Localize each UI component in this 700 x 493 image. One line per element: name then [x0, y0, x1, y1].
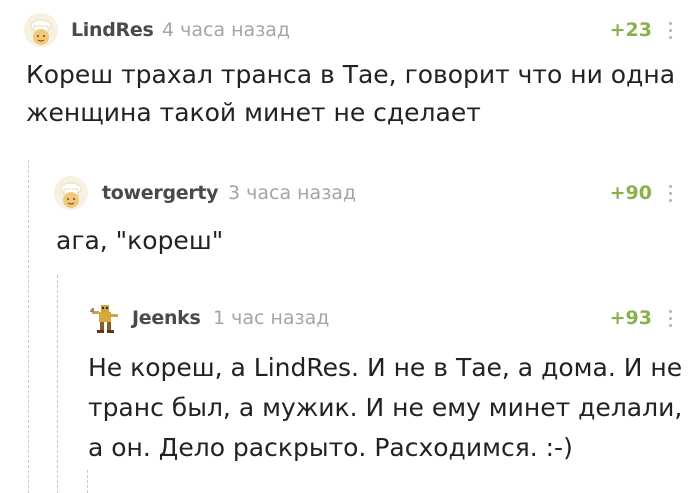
rating: +23 [609, 19, 652, 41]
rating: +90 [609, 182, 652, 204]
comment-line: женщина такой минет не сделает [26, 98, 481, 127]
comment-line: Не кореш, а LindRes. И не в Тае, а дома.… [88, 353, 683, 382]
chef-avatar-icon[interactable] [54, 176, 88, 210]
comment-header: towergerty 3 часа назад +90 [0, 175, 700, 215]
pixel-character-avatar-icon[interactable] [88, 302, 122, 336]
comment-line: а он. Дело раскрыто. Расходимся. :-) [88, 433, 573, 462]
more-icon[interactable] [669, 310, 673, 328]
comment: Jeenks 1 час назад +93 Не кореш, а LindR… [0, 285, 700, 493]
chef-avatar-icon[interactable] [24, 13, 58, 47]
comment: LindRes 4 часа назад +23 Кореш трахал тр… [0, 0, 700, 160]
comment-line: Кореш трахал транса в Тае, говорит что н… [26, 60, 676, 89]
comment-thread: LindRes 4 часа назад +23 Кореш трахал тр… [0, 0, 700, 493]
comment: towergerty 3 часа назад +90 ага, "кореш" [0, 160, 700, 275]
more-icon[interactable] [669, 185, 673, 203]
comment-header: Jeenks 1 час назад +93 [0, 302, 700, 342]
comment-time[interactable]: 1 час назад [213, 307, 329, 329]
rating: +93 [609, 307, 652, 329]
comment-line: транс был, а мужик. И не ему минет делал… [88, 393, 683, 422]
more-icon[interactable] [669, 22, 673, 40]
username[interactable]: Jeenks [132, 307, 201, 329]
username[interactable]: LindRes [71, 19, 154, 41]
comment-header: LindRes 4 часа назад +23 [0, 12, 700, 52]
comment-time[interactable]: 3 часа назад [228, 182, 356, 204]
username[interactable]: towergerty [102, 182, 219, 204]
comment-text: Кореш трахал транса в Тае, говорит что н… [26, 56, 675, 132]
comment-text: Не кореш, а LindRes. И не в Тае, а дома.… [88, 348, 682, 468]
comment-text: ага, "кореш" [56, 222, 223, 260]
comment-time[interactable]: 4 часа назад [162, 19, 290, 41]
comment-line: ага, "кореш" [56, 226, 224, 255]
